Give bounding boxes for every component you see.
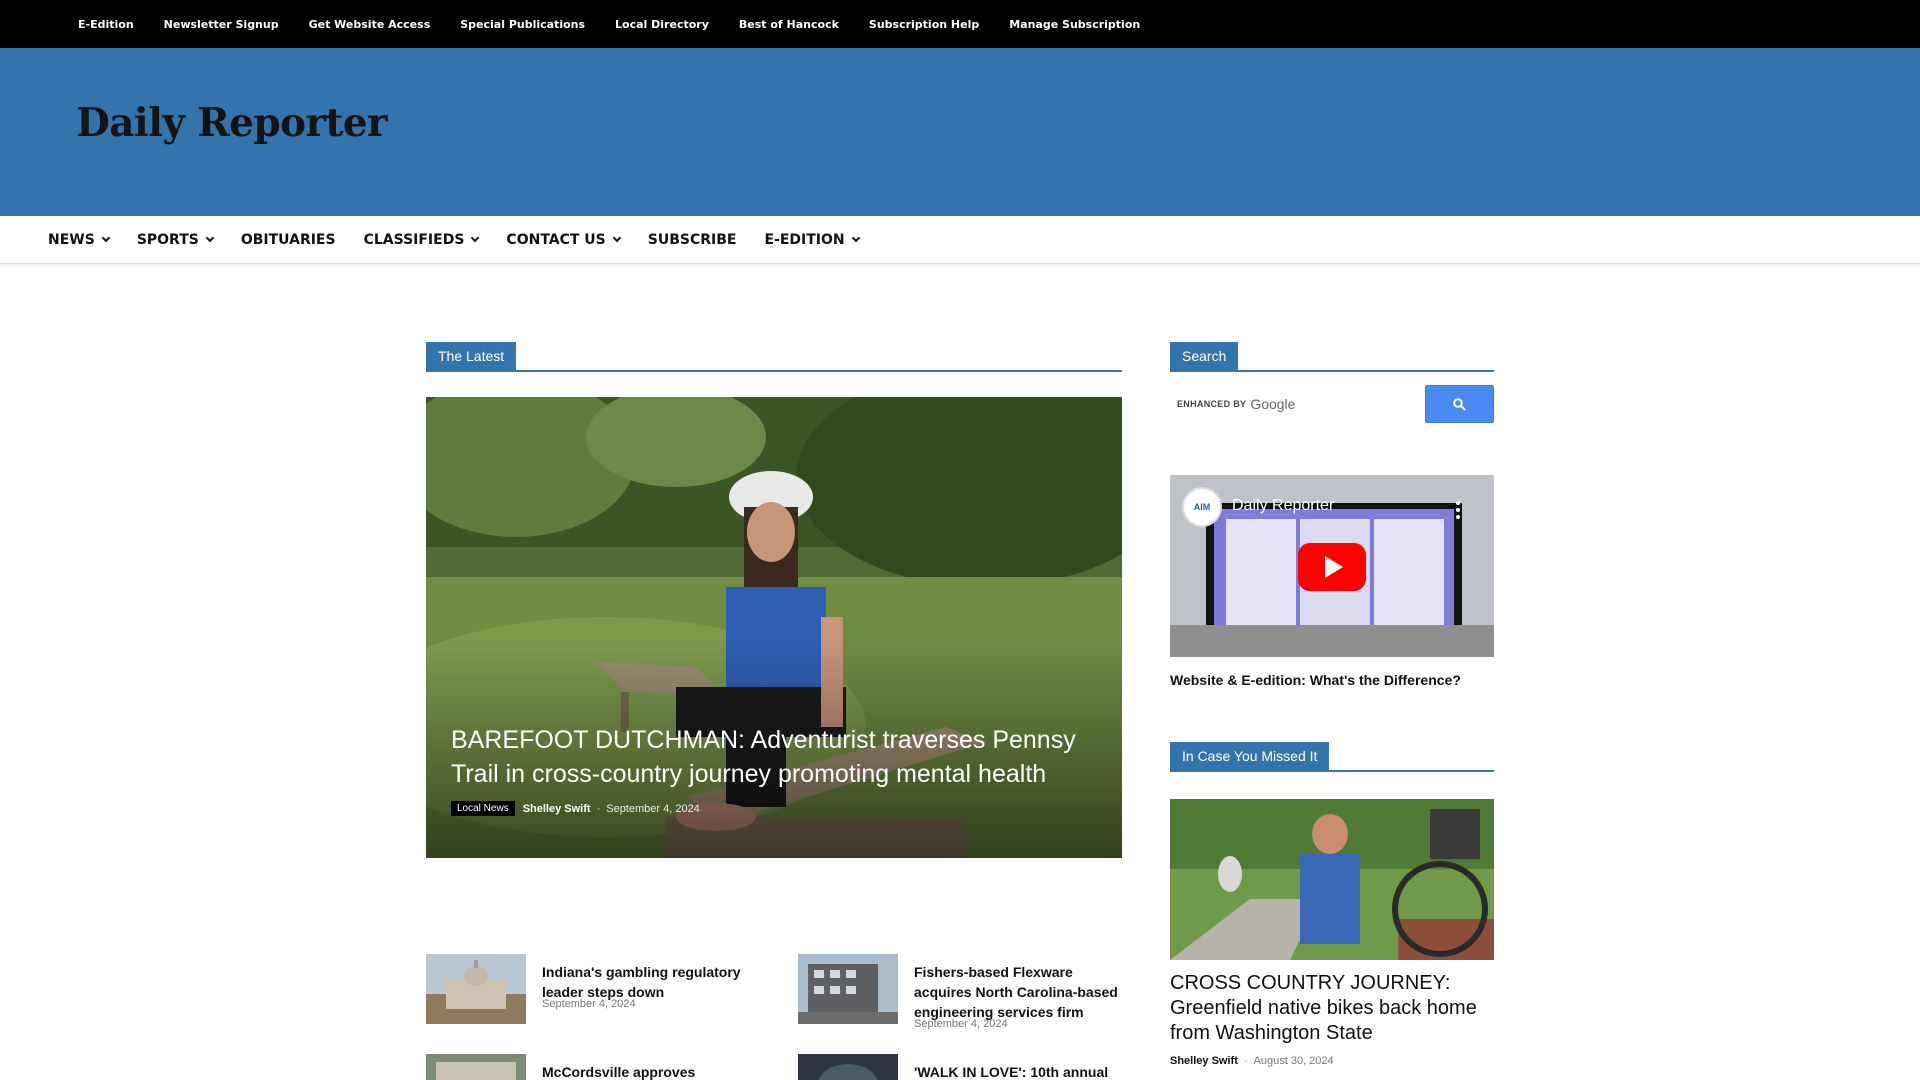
- utility-link-e-edition[interactable]: E-Edition: [78, 18, 134, 31]
- featured-title[interactable]: BAREFOOT DUTCHMAN: Adventurist traverses…: [451, 723, 1111, 791]
- icymi-block-title: In Case You Missed It: [1170, 742, 1330, 770]
- list-item[interactable]: Fishers-based Flexware acquires North Ca…: [798, 954, 1128, 1034]
- category-badge[interactable]: Local News: [451, 801, 515, 816]
- utility-link-subscription-help[interactable]: Subscription Help: [869, 18, 979, 31]
- article-date: September 4, 2024: [914, 1018, 1008, 1030]
- utility-link-best-of-hancock[interactable]: Best of Hancock: [739, 18, 839, 31]
- nav-item-label: OBITUARIES: [240, 232, 336, 248]
- article-title[interactable]: McCordsville approves: [542, 1062, 747, 1080]
- icymi-title[interactable]: CROSS COUNTRY JOURNEY: Greenfield native…: [1170, 971, 1500, 1046]
- header-band: Daily Reporter: [0, 48, 1920, 216]
- article-title[interactable]: 'WALK IN LOVE': 10th annual: [914, 1062, 1119, 1080]
- chevron-down-icon: [851, 233, 860, 243]
- nav-item-news[interactable]: NEWS: [48, 232, 111, 248]
- article-title[interactable]: Fishers-based Flexware acquires North Ca…: [914, 962, 1119, 1022]
- latest-block-header: The Latest: [426, 342, 1122, 372]
- author-link[interactable]: Shelley Swift: [1170, 1055, 1238, 1067]
- featured-meta: Local News Shelley Swift - September 4, …: [451, 801, 700, 816]
- featured-date: September 4, 2024: [606, 802, 700, 815]
- play-button-icon[interactable]: [1298, 543, 1366, 591]
- chevron-down-icon: [471, 233, 480, 243]
- article-thumbnail[interactable]: [798, 1054, 898, 1080]
- nav-item-label: CLASSIFIEDS: [363, 232, 465, 248]
- icymi-date: August 30, 2024: [1253, 1055, 1334, 1067]
- nav-item-label: SUBSCRIBE: [647, 232, 737, 248]
- chevron-down-icon: [612, 233, 622, 243]
- nav-item-e-edition[interactable]: E-EDITION: [764, 232, 860, 248]
- latest-block-title: The Latest: [426, 342, 517, 370]
- article-title[interactable]: Indiana's gambling regulatory leader ste…: [542, 962, 747, 1002]
- video-caption[interactable]: Website & E-edition: What's the Differen…: [1170, 672, 1494, 688]
- search-block-title: Search: [1170, 342, 1239, 370]
- nav-item-label: CONTACT US: [506, 232, 606, 248]
- search-icon: [1453, 397, 1466, 411]
- google-search-box: ENHANCED BY Google: [1170, 385, 1494, 423]
- nav-item-label: NEWS: [48, 232, 95, 248]
- icymi-block-header: In Case You Missed It: [1170, 742, 1494, 772]
- utility-link-manage-subscription[interactable]: Manage Subscription: [1009, 18, 1140, 31]
- utility-link-website-access[interactable]: Get Website Access: [309, 18, 431, 31]
- more-options-icon[interactable]: [1456, 501, 1460, 522]
- author-link[interactable]: Shelley Swift: [523, 803, 591, 815]
- nav-item-obituaries[interactable]: OBITUARIES: [241, 232, 336, 248]
- utility-link-local-directory[interactable]: Local Directory: [615, 18, 709, 31]
- list-item[interactable]: McCordsville approves: [426, 1054, 756, 1080]
- search-input[interactable]: ENHANCED BY Google: [1170, 385, 1424, 423]
- nav-item-classifieds[interactable]: CLASSIFIEDS: [363, 232, 480, 248]
- list-item[interactable]: 'WALK IN LOVE': 10th annual: [798, 1054, 1128, 1080]
- site-logo[interactable]: Daily Reporter: [76, 100, 388, 146]
- nav-item-sports[interactable]: SPORTS: [136, 232, 215, 248]
- article-thumbnail[interactable]: [426, 1054, 526, 1080]
- article-date: September 4, 2024: [542, 998, 636, 1010]
- article-thumbnail[interactable]: [426, 954, 526, 1024]
- channel-avatar[interactable]: AIM: [1182, 487, 1222, 527]
- nav-item-label: SPORTS: [136, 232, 199, 248]
- meta-separator: -: [596, 802, 601, 815]
- nav-item-subscribe[interactable]: SUBSCRIBE: [648, 232, 737, 248]
- nav-item-label: E-EDITION: [764, 232, 845, 248]
- icymi-meta: Shelley Swift - August 30, 2024: [1170, 1055, 1334, 1067]
- video-title[interactable]: Daily Reporter: [1232, 497, 1334, 515]
- search-button[interactable]: [1425, 385, 1494, 423]
- enhanced-by-label: ENHANCED BY: [1177, 399, 1247, 409]
- chevron-down-icon: [205, 233, 215, 243]
- youtube-video-embed[interactable]: AIM Daily Reporter: [1170, 475, 1494, 657]
- google-label: Google: [1250, 396, 1296, 412]
- meta-separator: -: [1243, 1055, 1248, 1067]
- utility-link-newsletter[interactable]: Newsletter Signup: [164, 18, 279, 31]
- main-navigation: NEWS SPORTS OBITUARIES CLASSIFIEDS CONTA…: [0, 216, 1920, 264]
- article-thumbnail[interactable]: [798, 954, 898, 1024]
- nav-item-contact-us[interactable]: CONTACT US: [506, 232, 622, 248]
- top-utility-bar: E-Edition Newsletter Signup Get Website …: [0, 0, 1920, 48]
- search-block-header: Search: [1170, 342, 1494, 372]
- featured-article[interactable]: BAREFOOT DUTCHMAN: Adventurist traverses…: [426, 397, 1122, 858]
- icymi-image[interactable]: [1170, 799, 1494, 960]
- list-item[interactable]: Indiana's gambling regulatory leader ste…: [426, 954, 756, 1034]
- utility-links: E-Edition Newsletter Signup Get Website …: [78, 0, 1170, 48]
- chevron-down-icon: [101, 233, 111, 243]
- utility-link-special-publications[interactable]: Special Publications: [460, 18, 585, 31]
